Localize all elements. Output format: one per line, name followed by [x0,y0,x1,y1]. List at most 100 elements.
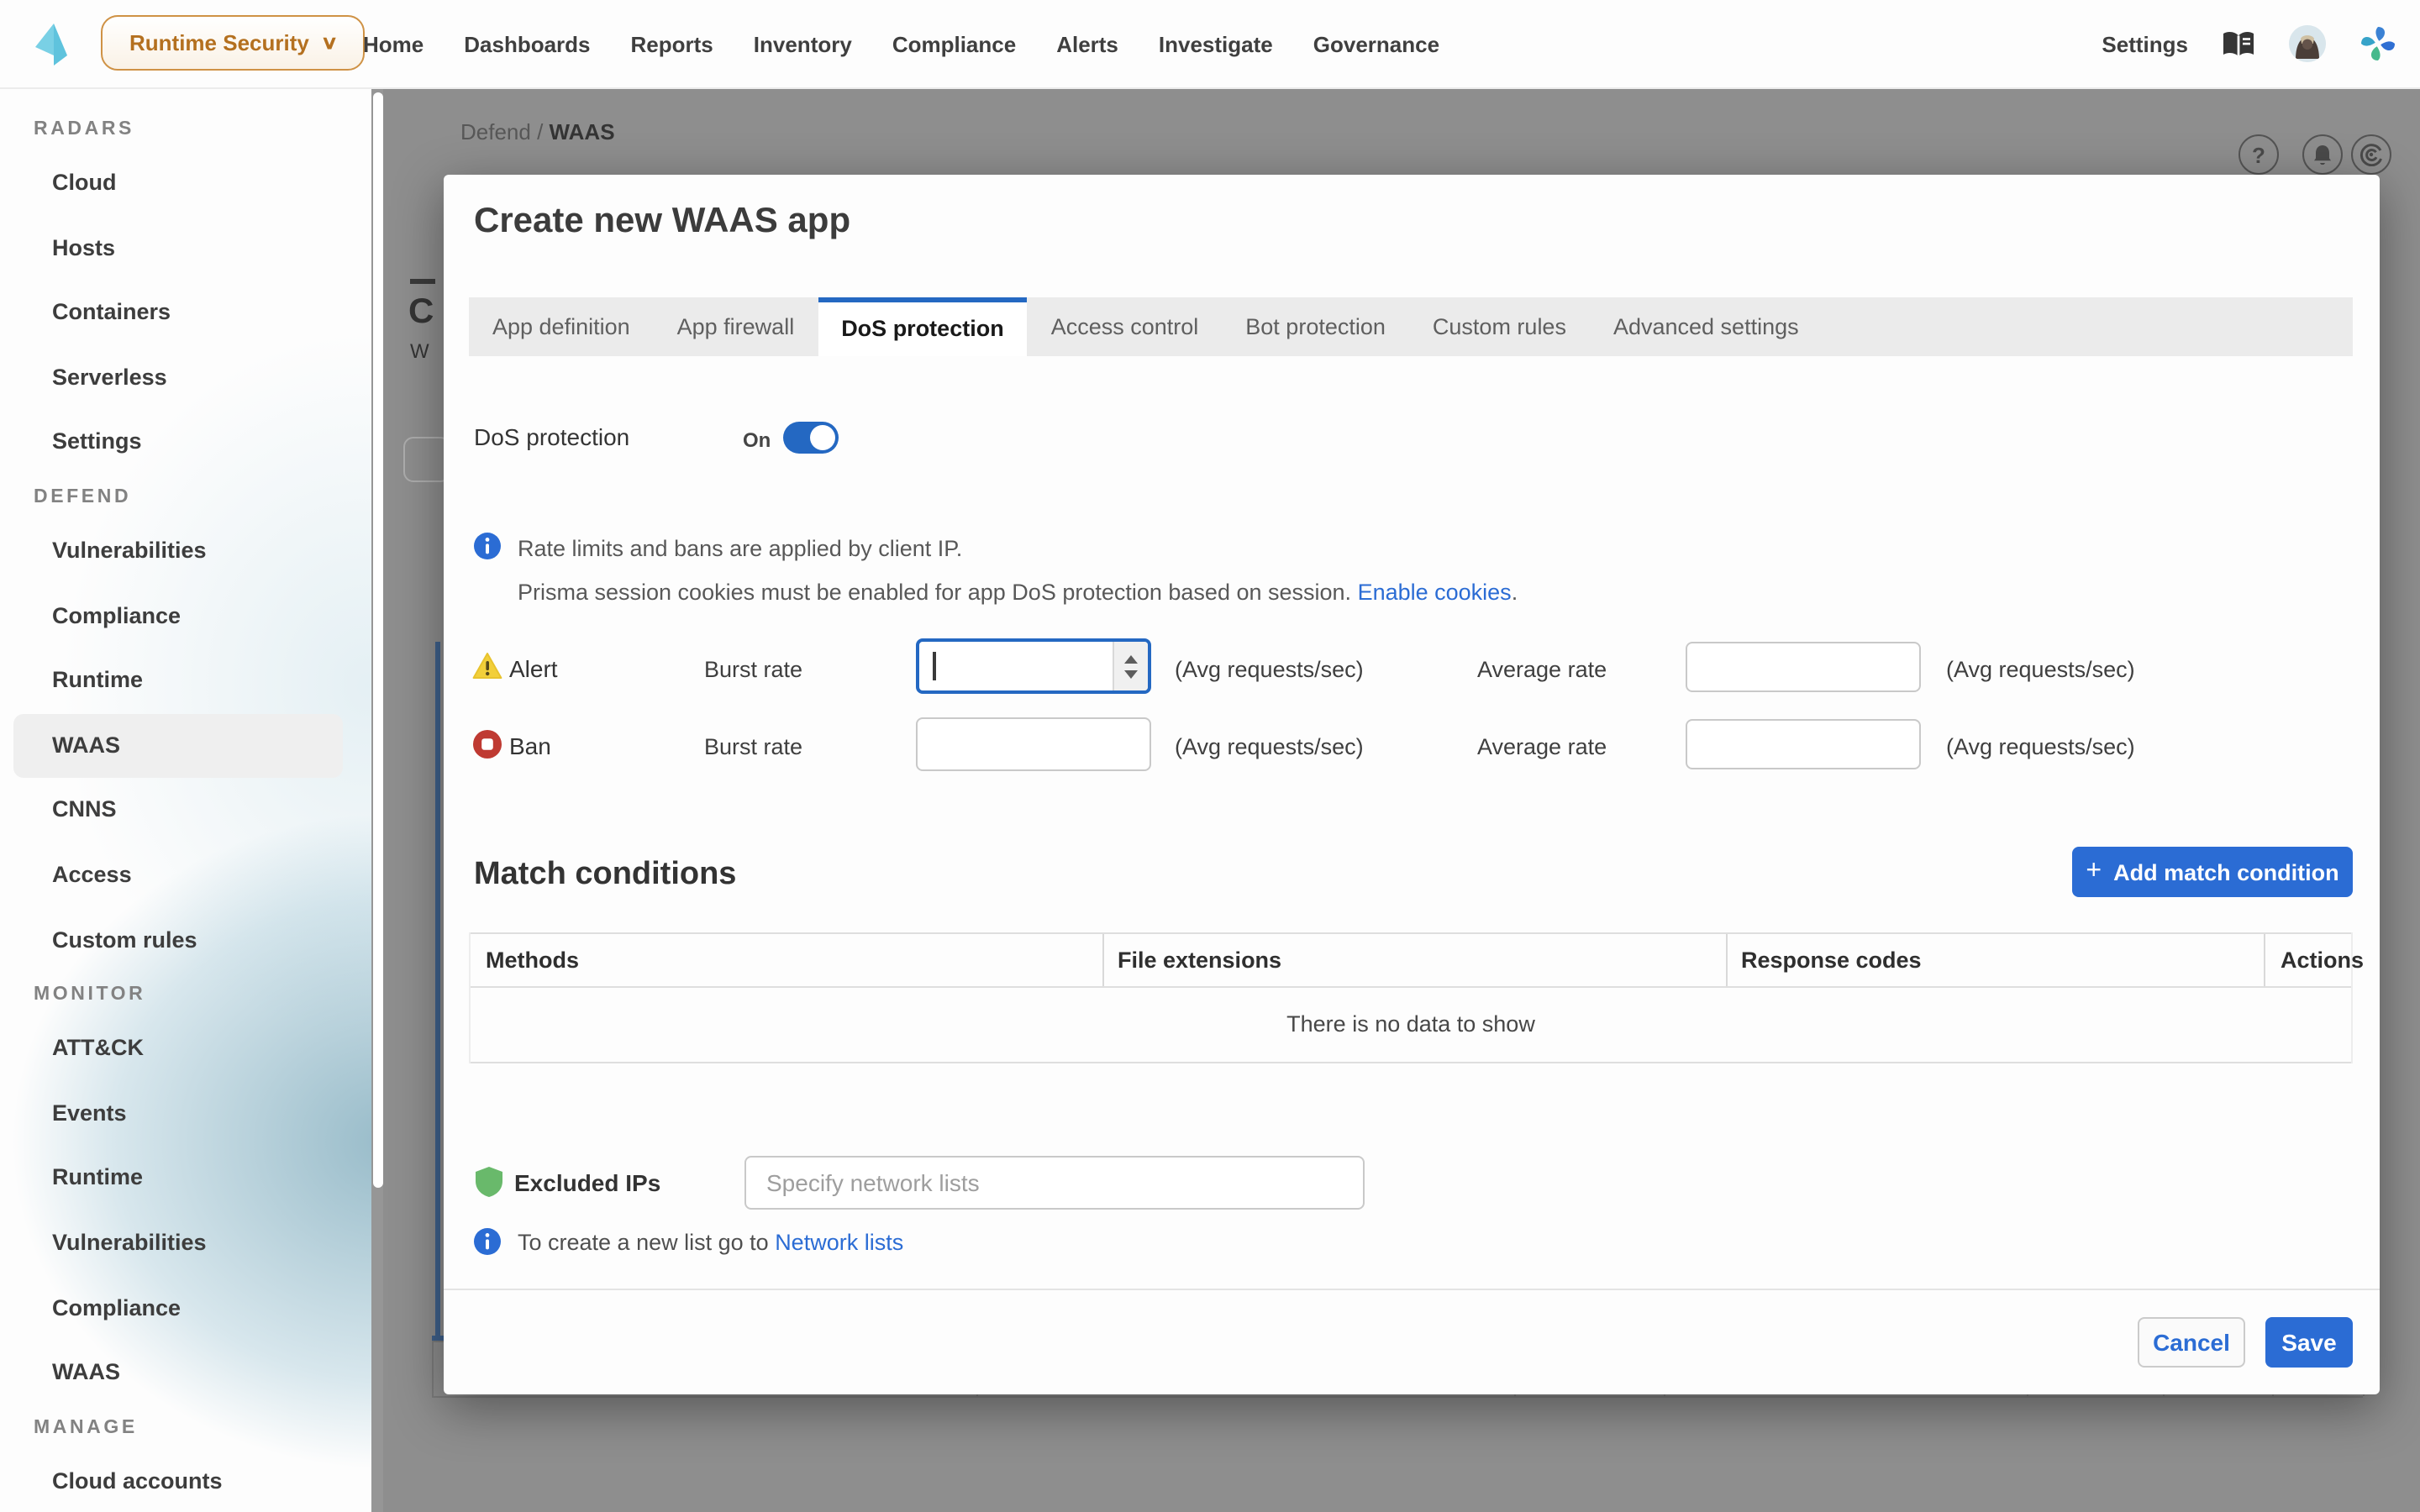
prisma-cloud-pinwheel-icon[interactable] [2360,25,2396,62]
enable-cookies-link[interactable]: Enable cookies [1358,580,1512,605]
nav-item-investigate[interactable]: Investigate [1159,31,1273,56]
avatar-figure-icon [2289,25,2326,62]
ban-burst-rate-input[interactable] [916,717,1151,771]
sidebar-item-waas-selected[interactable]: WAAS [13,714,343,779]
alert-row-label: Alert [509,655,558,682]
stepper-down-icon[interactable] [1124,669,1138,678]
sidebar-item-cnns[interactable]: CNNS [0,779,383,843]
plus-icon: + [2086,857,2102,887]
sidebar-item-cloud-accounts[interactable]: Cloud accounts [0,1449,383,1512]
table-header-row: Methods File extensions Response codes A… [471,932,2351,988]
info-line-2: Prisma session cookies must be enabled f… [518,580,1518,605]
nav-item-reports[interactable]: Reports [631,31,713,56]
network-lists-link[interactable]: Network lists [775,1230,903,1255]
docs-book-icon[interactable] [2222,29,2255,58]
nav-item-settings[interactable]: Settings [2102,31,2188,56]
sidebar-item-cloud[interactable]: Cloud [0,151,383,216]
excluded-ips-input[interactable] [744,1156,1365,1210]
unit-label: (Avg requests/sec) [1175,657,1364,682]
sidebar-item-attck[interactable]: ATT&CK [0,1016,383,1081]
save-button[interactable]: Save [2265,1317,2353,1368]
top-nav: Runtime Security ∨ Home Dashboards Repor… [0,0,2420,89]
breadcrumb-parent[interactable]: Defend [460,119,531,144]
nav-item-home[interactable]: Home [363,31,424,56]
sidebar-scrollbar-track [371,87,383,1512]
question-mark-icon: ? [2252,142,2265,167]
notifications-button [2302,134,2343,175]
info-line-2-text: Prisma session cookies must be enabled f… [518,580,1358,605]
tab-bot-protection[interactable]: Bot protection [1222,297,1409,356]
column-separator [1726,934,1728,986]
sidebar-item-vulnerabilities[interactable]: Vulnerabilities [0,519,383,584]
average-rate-label: Average rate [1477,657,1607,682]
burst-rate-label: Burst rate [704,734,802,759]
sidebar-item-compliance[interactable]: Compliance [0,584,383,648]
nav-item-dashboards[interactable]: Dashboards [464,31,590,56]
user-avatar[interactable] [2289,25,2326,62]
stepper-up-icon[interactable] [1124,654,1138,663]
column-separator [2264,934,2265,986]
product-tour-button [2351,134,2391,175]
unit-label: (Avg requests/sec) [1175,734,1364,759]
tab-custom-rules[interactable]: Custom rules [1409,297,1590,356]
column-header-file-extensions: File extensions [1118,934,1281,986]
sidebar-item-containers[interactable]: Containers [0,281,383,345]
nav-item-governance[interactable]: Governance [1313,31,1439,56]
ban-average-rate-input[interactable] [1686,719,1921,769]
network-lists-hint-text: To create a new list go to [518,1230,775,1255]
column-header-response-codes: Response codes [1741,934,1922,986]
alert-burst-rate-input[interactable] [916,638,1151,694]
sidebar-item-settings[interactable]: Settings [0,411,383,475]
ban-row-label: Ban [509,732,551,759]
burst-rate-label: Burst rate [704,657,802,682]
tab-advanced-settings[interactable]: Advanced settings [1590,297,1823,356]
excluded-ips-label: Excluded IPs [514,1169,660,1196]
sidebar-item-custom-rules[interactable]: Custom rules [0,908,383,973]
footer-divider [444,1289,2380,1290]
nav-item-inventory[interactable]: Inventory [754,31,852,56]
dos-protection-toggle[interactable] [783,422,839,454]
sidebar-item-hosts[interactable]: Hosts [0,216,383,281]
alert-average-rate-input[interactable] [1686,642,1921,692]
match-conditions-table: Methods File extensions Response codes A… [469,932,2353,1063]
sidebar-scrollbar-thumb[interactable] [372,92,382,1188]
module-switcher-label: Runtime Security [129,30,309,55]
bell-icon [2312,144,2333,165]
warning-icon [472,652,502,680]
number-stepper[interactable] [1113,642,1148,690]
sidebar-header-monitor: MONITOR [0,973,383,1016]
sidebar-header-manage: MANAGE [0,1405,383,1449]
tab-app-definition[interactable]: App definition [469,297,654,356]
sidebar-item-waas-monitor[interactable]: WAAS [0,1341,383,1405]
tab-dos-protection[interactable]: DoS protection [818,297,1028,356]
top-nav-menu: Home Dashboards Reports Inventory Compli… [363,0,1439,87]
info-line-2-suffix: . [1512,580,1518,605]
app-root: Runtime Security ∨ Home Dashboards Repor… [0,0,2420,1512]
column-header-methods: Methods [486,934,579,986]
breadcrumb-current: WAAS [550,119,615,144]
toggle-state-label: On [743,428,771,452]
prisma-runtime-logo-icon [34,24,71,66]
cancel-button[interactable]: Cancel [2138,1317,2245,1368]
tab-app-firewall[interactable]: App firewall [654,297,818,356]
nav-item-alerts[interactable]: Alerts [1056,31,1118,56]
sidebar-item-vulnerabilities-monitor[interactable]: Vulnerabilities [0,1211,383,1276]
top-nav-right: Settings [2102,0,2396,87]
module-switcher-button[interactable]: Runtime Security ∨ [101,15,365,71]
sidebar-item-runtime[interactable]: Runtime [0,648,383,713]
sidebar-item-runtime-monitor[interactable]: Runtime [0,1147,383,1211]
sidebar-item-serverless[interactable]: Serverless [0,346,383,411]
create-waas-app-dialog: Create new WAAS app App definition App f… [444,175,2380,1394]
sidebar-item-compliance-monitor[interactable]: Compliance [0,1276,383,1341]
bg-row-edge-left [432,1341,434,1396]
sidebar-header-defend: DEFEND [0,475,383,519]
sidebar-item-access[interactable]: Access [0,843,383,908]
breadcrumb: Defend / WAAS [460,119,615,144]
network-lists-hint: To create a new list go to Network lists [518,1230,903,1255]
sidebar-item-events[interactable]: Events [0,1081,383,1146]
tab-access-control[interactable]: Access control [1028,297,1223,356]
add-match-condition-button[interactable]: + Add match condition [2072,847,2353,897]
dialog-title: Create new WAAS app [474,202,850,242]
nav-item-compliance[interactable]: Compliance [892,31,1016,56]
unit-label: (Avg requests/sec) [1946,657,2135,682]
